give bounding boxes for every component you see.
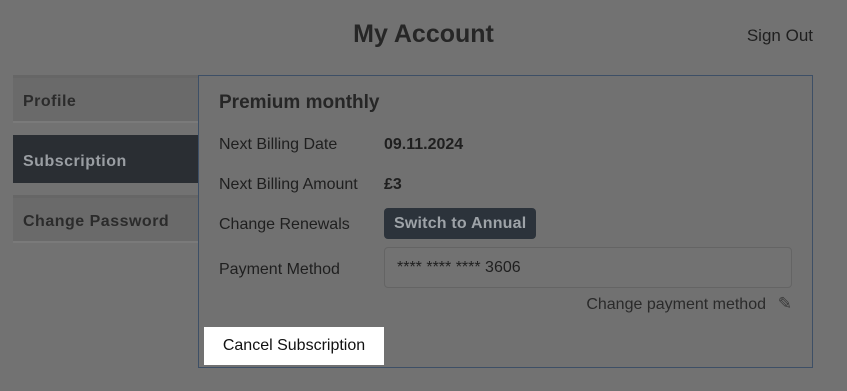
change-payment-method-link[interactable]: Change payment method	[586, 296, 766, 314]
cancel-subscription-button[interactable]: Cancel Subscription	[204, 327, 384, 365]
subscription-panel: Premium monthly Next Billing Date 09.11.…	[198, 75, 813, 368]
tab-change-password[interactable]: Change Password	[13, 195, 198, 243]
pencil-icon[interactable]: ✎	[778, 294, 792, 314]
tab-profile[interactable]: Profile	[13, 75, 198, 123]
next-billing-amount-label: Next Billing Amount	[219, 176, 358, 193]
next-billing-date-label: Next Billing Date	[219, 136, 338, 153]
plan-title: Premium monthly	[219, 92, 380, 113]
sign-out-link[interactable]: Sign Out	[747, 26, 813, 46]
payment-method-field: **** **** **** 3606	[384, 247, 792, 288]
payment-method-label: Payment Method	[219, 261, 340, 278]
change-renewals-label: Change Renewals	[219, 216, 350, 233]
next-billing-date-value: 09.11.2024	[384, 136, 464, 153]
tab-subscription[interactable]: Subscription	[13, 135, 198, 183]
next-billing-amount-value: £3	[384, 176, 402, 193]
switch-to-annual-button[interactable]: Switch to Annual	[384, 208, 537, 239]
page-title: My Account	[353, 20, 494, 48]
